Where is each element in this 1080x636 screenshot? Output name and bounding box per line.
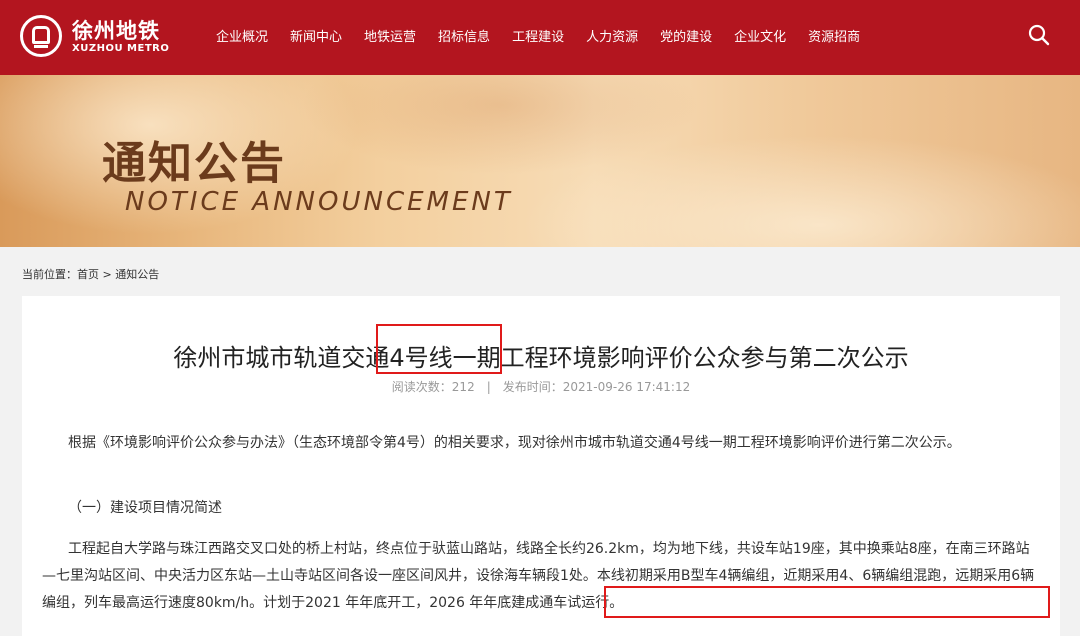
breadcrumb: 当前位置：首页 > 通知公告 bbox=[22, 266, 159, 282]
nav-item-corporate-culture[interactable]: 企业文化 bbox=[723, 0, 797, 75]
schedule-highlight-box bbox=[604, 586, 1050, 618]
section-heading: （一）建设项目情况简述 bbox=[68, 500, 222, 516]
article-panel: 徐州市城市轨道交通4号线一期工程环境影响评价公众参与第二次公示 阅读次数：212… bbox=[22, 296, 1060, 636]
page-banner: 通知公告 NOTICE ANNOUNCEMENT bbox=[0, 75, 1080, 247]
views-count: 212 bbox=[451, 380, 475, 394]
article-paragraph: 根据《环境影响评价公众参与办法》（生态环境部令第4号）的相关要求，现对徐州市城市… bbox=[68, 435, 961, 451]
published-time: 2021-09-26 17:41:12 bbox=[562, 380, 691, 394]
meta-separator: | bbox=[486, 380, 491, 394]
breadcrumb-home-link[interactable]: 首页 bbox=[77, 268, 99, 281]
main-nav: 企业概况 新闻中心 地铁运营 招标信息 工程建设 人力资源 党的建设 企业文化 … bbox=[205, 0, 871, 75]
top-header: 徐州地铁 XUZHOU METRO 企业概况 新闻中心 地铁运营 招标信息 工程… bbox=[0, 0, 1080, 75]
nav-item-company-overview[interactable]: 企业概况 bbox=[205, 0, 279, 75]
nav-item-party-building[interactable]: 党的建设 bbox=[649, 0, 723, 75]
article-title: 徐州市城市轨道交通4号线一期工程环境影响评价公众参与第二次公示 bbox=[173, 344, 909, 372]
published-label: 发布时间： bbox=[502, 380, 563, 394]
nav-item-human-resources[interactable]: 人力资源 bbox=[575, 0, 649, 75]
nav-item-resource-investment[interactable]: 资源招商 bbox=[797, 0, 871, 75]
nav-item-metro-operation[interactable]: 地铁运营 bbox=[353, 0, 427, 75]
breadcrumb-prefix: 当前位置： bbox=[22, 268, 77, 281]
logo-english-name: XUZHOU METRO bbox=[72, 43, 170, 54]
title-highlight-box bbox=[376, 324, 502, 374]
nav-item-engineering[interactable]: 工程建设 bbox=[501, 0, 575, 75]
views-label: 阅读次数： bbox=[391, 380, 452, 394]
nav-item-news-center[interactable]: 新闻中心 bbox=[279, 0, 353, 75]
nav-item-tender-info[interactable]: 招标信息 bbox=[427, 0, 501, 75]
banner-title: 通知公告 bbox=[102, 138, 286, 189]
site-logo[interactable]: 徐州地铁 XUZHOU METRO bbox=[20, 13, 170, 61]
banner-subtitle: NOTICE ANNOUNCEMENT bbox=[125, 187, 513, 217]
breadcrumb-current-link[interactable]: 通知公告 bbox=[115, 268, 159, 281]
search-icon[interactable] bbox=[1028, 24, 1050, 46]
logo-chinese-name: 徐州地铁 bbox=[72, 19, 160, 43]
article-meta: 阅读次数：212 | 发布时间：2021-09-26 17:41:12 bbox=[22, 378, 1060, 395]
breadcrumb-separator: > bbox=[102, 268, 112, 281]
metro-logo-icon bbox=[20, 15, 62, 57]
